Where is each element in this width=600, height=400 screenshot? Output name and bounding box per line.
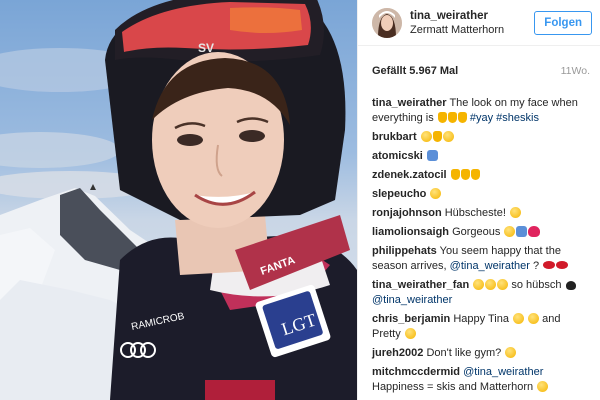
face-emoji-icon: [485, 279, 497, 290]
comment-item: slepeucho: [372, 187, 590, 202]
lips-emoji-icon: [543, 261, 556, 269]
face-emoji-icon: [513, 313, 525, 324]
comment-username[interactable]: jureh2002: [372, 347, 423, 359]
like-count[interactable]: Gefällt 5.967 Mal: [372, 65, 458, 77]
comment-mention[interactable]: @tina_weirather: [372, 294, 452, 306]
comment-username-text[interactable]: zdenek.zatocil: [372, 169, 447, 181]
comment-mention[interactable]: @tina_weirather: [450, 260, 530, 272]
comment-item: tina_weirather_fan so hübsch @tina_weira…: [372, 278, 590, 308]
comment-text: so hübsch: [511, 279, 562, 291]
face-emoji-icon: [537, 381, 549, 392]
face-emoji-icon: [504, 226, 516, 237]
comment-username[interactable]: tina_weirather_fan: [372, 279, 469, 291]
black-heart-emoji-icon: [565, 281, 576, 290]
follow-button[interactable]: Folgen: [534, 10, 592, 35]
blue-emoji-icon: [426, 150, 438, 161]
comment-item: jureh2002 Don't like gym?: [372, 346, 590, 361]
comment-username-text[interactable]: mitchmccdermid: [372, 366, 460, 378]
comment-username-text[interactable]: atomicski: [372, 150, 423, 162]
post-side-panel: tina_weirather Zermatt Matterhorn Folgen…: [357, 0, 600, 400]
instagram-post: LGT RAMICROB SV FANTA tina_weirather Zer…: [0, 0, 600, 400]
comment-item: zdenek.zatocil: [372, 168, 590, 183]
face-emoji-icon: [442, 131, 454, 142]
comment-hashtags[interactable]: #yay #sheskis: [470, 112, 539, 124]
comment-username-text[interactable]: jureh2002: [372, 347, 423, 359]
post-stats: Gefällt 5.967 Mal 11Wo.: [358, 46, 600, 96]
comment-item: chris_berjamin Happy Tina and Pretty: [372, 312, 590, 342]
comment-text: Happy Tina: [453, 313, 509, 325]
selfie-illustration: LGT RAMICROB SV FANTA: [0, 0, 357, 400]
heart-emoji-icon: [528, 226, 541, 237]
comment-text: Hübscheste!: [444, 207, 506, 219]
face-emoji-icon: [430, 188, 442, 199]
comment-username[interactable]: atomicski: [372, 150, 423, 162]
hand-emoji-icon: [470, 169, 480, 180]
post-location[interactable]: Zermatt Matterhorn: [410, 23, 534, 37]
comment-text: Don't like gym?: [426, 347, 502, 359]
comment-username-text[interactable]: brukbart: [372, 131, 417, 143]
hand-emoji-icon: [432, 131, 442, 142]
comment-item: ronjajohnson Hübscheste!: [372, 206, 590, 221]
face-emoji-icon: [509, 207, 521, 218]
comment-username[interactable]: brukbart: [372, 131, 417, 143]
comment-item: philippehats You seem happy that the sea…: [372, 244, 590, 274]
comment-item: atomicski: [372, 149, 590, 164]
blue-emoji-icon: [516, 226, 528, 237]
avatar[interactable]: [372, 7, 402, 38]
post-username[interactable]: tina_weirather: [410, 9, 534, 23]
comment-username-text[interactable]: ronjajohnson: [372, 207, 442, 219]
hand-emoji-icon: [460, 169, 470, 180]
comment-username[interactable]: chris_berjamin: [372, 313, 450, 325]
comment-item: brukbart: [372, 130, 590, 145]
comment-item: liamolionsaigh Gorgeous: [372, 225, 590, 240]
comment-username[interactable]: mitchmccdermid: [372, 366, 460, 378]
comment-text-end: ?: [532, 260, 540, 272]
comment-username[interactable]: ronjajohnson: [372, 207, 442, 219]
comment-text-end: Happiness = skis and Matterhorn: [372, 381, 534, 393]
comment-username[interactable]: zdenek.zatocil: [372, 169, 447, 181]
comment-username[interactable]: liamolionsaigh: [372, 226, 449, 238]
comment-username-text[interactable]: tina_weirather: [372, 97, 447, 109]
hand-emoji-icon: [447, 112, 457, 123]
hand-emoji-icon: [437, 112, 447, 123]
comment-username-text[interactable]: philippehats: [372, 245, 437, 257]
comment-username[interactable]: tina_weirather: [372, 97, 447, 109]
hand-emoji-icon: [457, 112, 467, 123]
comment-item: mitchmccdermid @tina_weirather Happiness …: [372, 365, 590, 395]
lips-emoji-icon: [556, 261, 569, 269]
comment-username[interactable]: philippehats: [372, 245, 437, 257]
face-emoji-icon: [528, 313, 540, 324]
comment-username[interactable]: slepeucho: [372, 188, 426, 200]
post-age[interactable]: 11Wo.: [561, 65, 590, 77]
face-emoji-icon: [404, 328, 416, 339]
comment-username-text[interactable]: slepeucho: [372, 188, 426, 200]
comment-mention[interactable]: @tina_weirather: [463, 366, 543, 378]
face-emoji-icon: [497, 279, 509, 290]
face-emoji-icon: [505, 347, 517, 358]
comment-text: Gorgeous: [452, 226, 501, 238]
post-header: tina_weirather Zermatt Matterhorn Folgen: [358, 0, 600, 46]
comment-username-text[interactable]: tina_weirather_fan: [372, 279, 469, 291]
comment-item: tina_weirather The look on my face when …: [372, 96, 590, 126]
hand-emoji-icon: [450, 169, 460, 180]
comment-username-text[interactable]: liamolionsaigh: [372, 226, 449, 238]
face-emoji-icon: [473, 279, 485, 290]
face-emoji-icon: [420, 131, 432, 142]
comment-list: tina_weirather The look on my face when …: [358, 96, 600, 395]
post-photo[interactable]: LGT RAMICROB SV FANTA: [0, 0, 357, 400]
comment-username-text[interactable]: chris_berjamin: [372, 313, 450, 325]
